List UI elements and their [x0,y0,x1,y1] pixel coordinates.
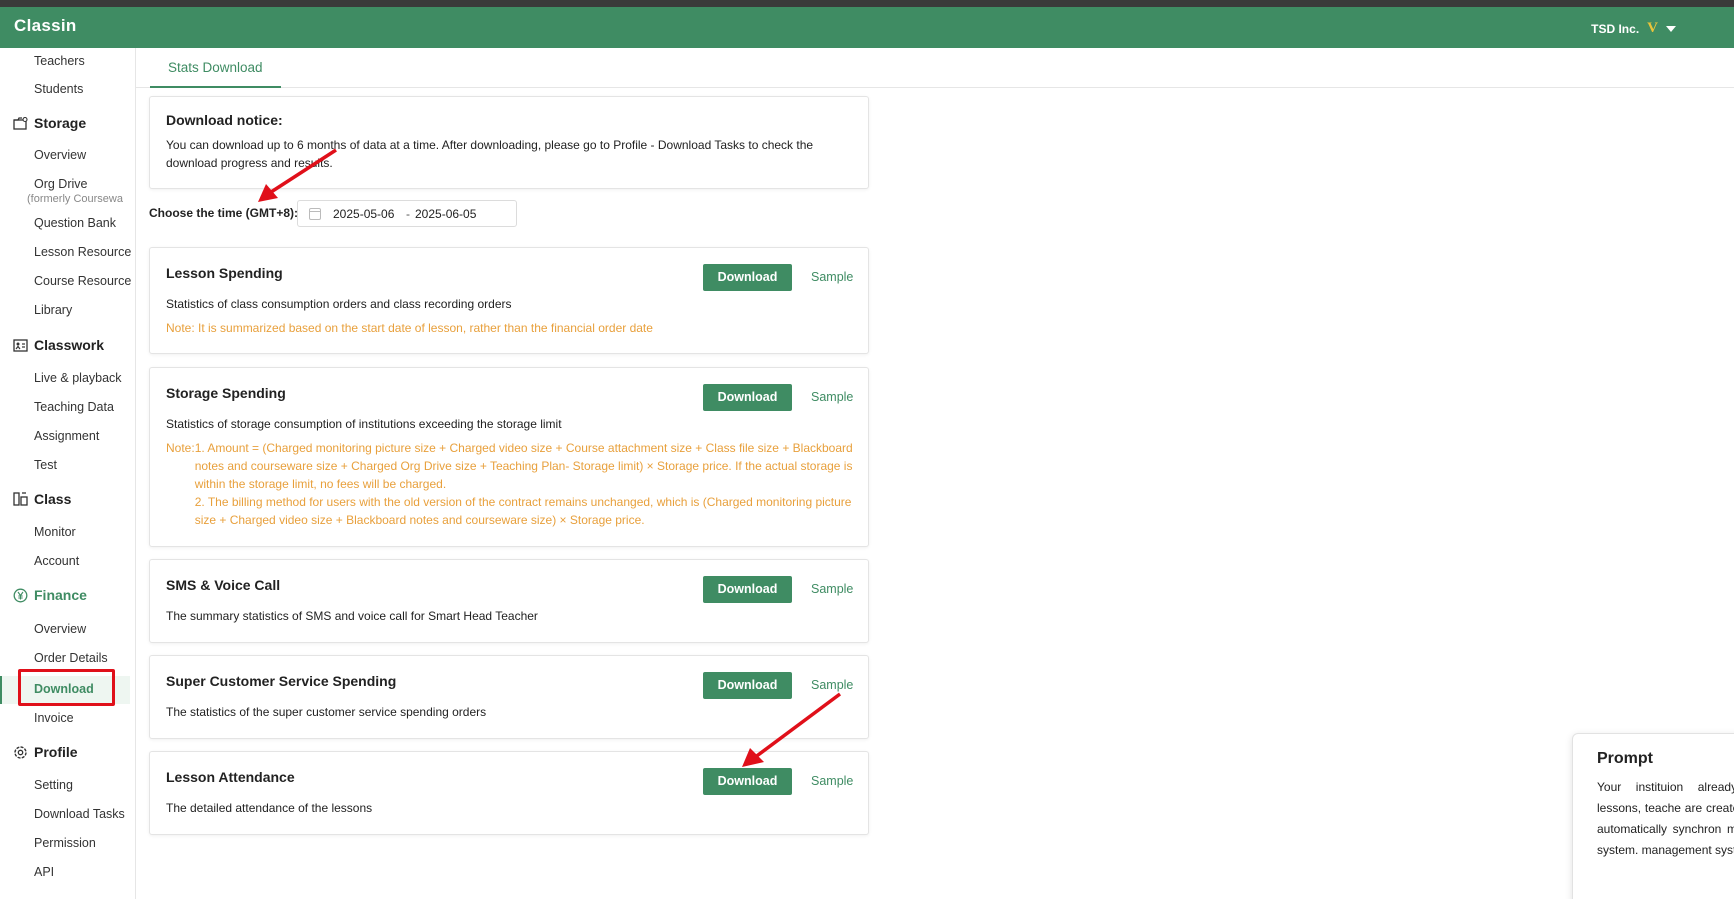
card-storage-spending: Storage Spending Download Sample Statist… [149,367,869,547]
card-lesson-attendance: Lesson Attendance Download Sample The de… [149,751,869,835]
sidebar-group-label: Storage [34,115,87,131]
time-filter-label: Choose the time (GMT+8): [149,206,299,220]
sidebar-item-finance-overview[interactable]: Overview [34,622,86,636]
chevron-down-icon[interactable] [1666,25,1676,32]
card-description: The summary statistics of SMS and voice … [166,609,538,623]
sample-link[interactable]: Sample [811,678,853,692]
sidebar-group-storage[interactable]: Storage [12,115,86,131]
note-item-1: 1. Amount = (Charged monitoring picture … [194,441,853,491]
sidebar-item-account[interactable]: Account [34,554,79,568]
org-name: TSD Inc. [1591,21,1640,36]
card-description: Statistics of storage consumption of ins… [166,417,562,431]
sidebar-group-finance[interactable]: Finance [12,587,87,603]
sidebar-group-label: Profile [34,744,78,760]
sidebar-item-teachers[interactable]: Teachers [34,54,85,68]
sidebar-item-question-bank[interactable]: Question Bank [34,216,116,230]
sidebar-item-api[interactable]: API [34,865,54,879]
sidebar-item-students[interactable]: Students [34,82,83,96]
sidebar-group-label: Class [34,491,72,507]
note-prefix: Note: [166,441,195,455]
sidebar-item-library[interactable]: Library [34,303,72,317]
card-title: Lesson Spending [166,265,283,281]
sidebar-item-teaching-data[interactable]: Teaching Data [34,400,114,414]
sidebar-item-course-resource[interactable]: Course Resource [34,274,131,288]
card-description: The statistics of the super customer ser… [166,705,487,719]
sidebar-item-order-details[interactable]: Order Details [34,651,108,665]
storage-icon [12,115,28,131]
date-range-picker[interactable]: 2025-05-06 - 2025-06-05 [297,200,517,227]
calendar-icon [309,208,321,220]
yen-circle-icon [12,587,28,603]
card-sms-voice-call: SMS & Voice Call Download Sample The sum… [149,559,869,643]
sidebar-group-class[interactable]: Class [12,491,71,507]
sidebar: Teachers Students Storage Overview Org D… [0,48,136,899]
download-button[interactable]: Download [703,672,792,699]
start-date[interactable]: 2025-05-06 [333,207,394,221]
sample-link[interactable]: Sample [811,774,853,788]
sidebar-group-label: Finance [34,587,87,603]
prompt-body: Your instituion already courses, lessons… [1597,780,1734,857]
notice-title: Download notice: [166,112,283,128]
card-description: Statistics of class consumption orders a… [166,297,512,311]
sidebar-group-label: Classwork [34,337,105,353]
sidebar-item-setting[interactable]: Setting [34,778,73,792]
download-button[interactable]: Download [703,768,792,795]
top-bar: Classin TSD Inc. V [0,7,1734,48]
note-item-2: 2. The billing method for users with the… [194,495,852,527]
tab-bar: Stats Download [136,48,1734,88]
sidebar-item-org-drive[interactable]: Org Drive [34,177,87,191]
annotation-highlight-box [18,669,115,706]
download-button[interactable]: Download [703,576,792,603]
card-description: The detailed attendance of the lessons [166,801,373,815]
sidebar-item-assignment[interactable]: Assignment [34,429,99,443]
tab-stats-download[interactable]: Stats Download [150,48,281,88]
card-lesson-spending: Lesson Spending Download Sample Statisti… [149,247,869,354]
sidebar-group-profile[interactable]: Profile [12,744,78,760]
card-title: Storage Spending [166,385,286,401]
end-date[interactable]: 2025-06-05 [415,207,476,221]
sample-link[interactable]: Sample [811,270,853,284]
sample-link[interactable]: Sample [811,582,853,596]
sidebar-item-org-drive-sublabel: (formerly Coursewa [27,193,123,205]
sidebar-item-storage-overview[interactable]: Overview [34,148,86,162]
vip-badge-icon: V [1647,20,1658,36]
sidebar-item-monitor[interactable]: Monitor [34,525,76,539]
card-note: Note: It is summarized based on the star… [166,321,653,335]
card-title: Super Customer Service Spending [166,673,397,689]
card-title: SMS & Voice Call [166,577,281,593]
sidebar-item-permission[interactable]: Permission [34,836,96,850]
sidebar-item-lesson-resource[interactable]: Lesson Resource [34,245,131,259]
download-button[interactable]: Download [703,384,792,411]
download-button[interactable]: Download [703,264,792,291]
card-super-customer-service: Super Customer Service Spending Download… [149,655,869,739]
sidebar-item-invoice[interactable]: Invoice [34,711,74,725]
card-note: Note: 1. Amount = (Charged monitoring pi… [166,439,855,529]
sample-link[interactable]: Sample [811,390,853,404]
date-separator: - [406,207,410,221]
sidebar-item-test[interactable]: Test [34,458,57,472]
class-icon [12,491,28,507]
sidebar-group-classwork[interactable]: Classwork [12,337,104,353]
download-notice-card: Download notice: You can download up to … [149,96,869,189]
org-switcher[interactable]: TSD Inc. V [1591,20,1676,37]
sidebar-item-download-tasks[interactable]: Download Tasks [34,807,125,821]
classwork-icon [12,337,28,353]
notice-text: You can download up to 6 months of data … [166,138,814,170]
app-logo[interactable]: Classin [14,16,77,36]
sidebar-item-live-playback[interactable]: Live & playback [34,371,122,385]
prompt-title: Prompt [1597,750,1653,767]
prompt-popup: Prompt Your instituion already courses, … [1572,733,1734,899]
gear-icon [12,744,28,760]
card-title: Lesson Attendance [166,769,295,785]
window-top-strip [0,0,1734,7]
